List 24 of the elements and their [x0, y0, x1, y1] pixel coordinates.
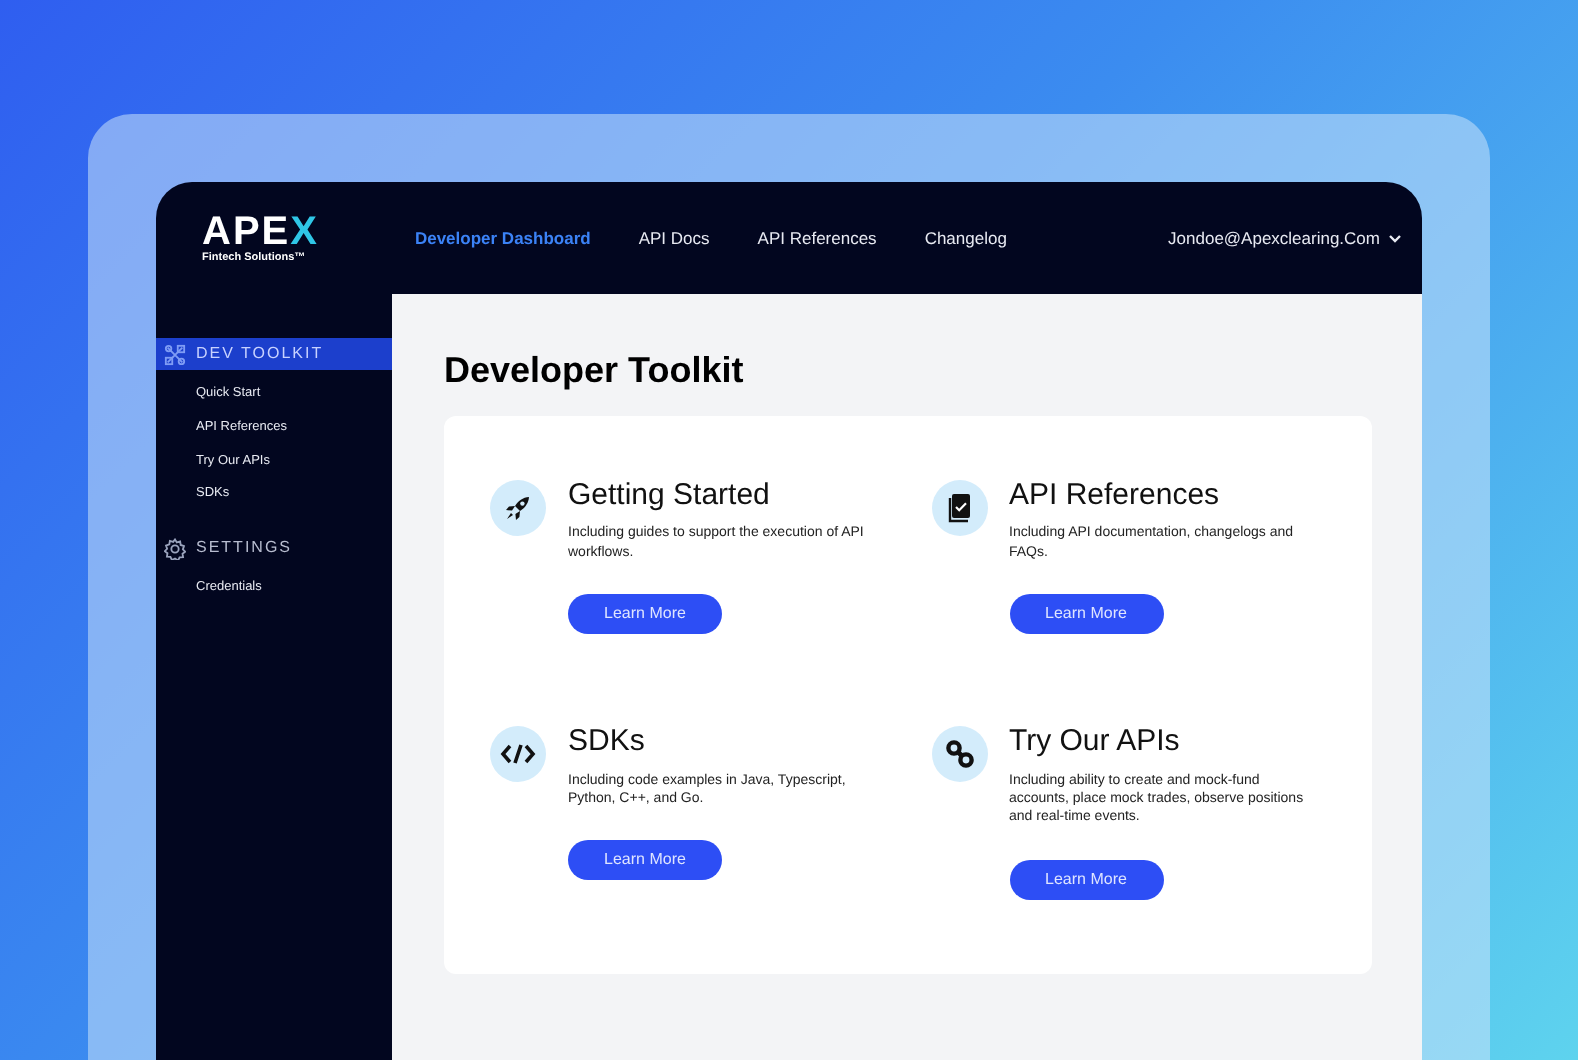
gear-icon: [164, 537, 186, 559]
nav-link[interactable]: Developer Dashboard: [414, 225, 591, 251]
nav-link[interactable]: API References: [757, 225, 877, 251]
learn-more-button[interactable]: Learn More: [1009, 593, 1163, 634]
learn-more-button[interactable]: Learn More: [1009, 859, 1163, 900]
feature-title: Getting Started: [568, 479, 772, 513]
toolkit-icon: [164, 343, 186, 365]
page-title: Developer Toolkit: [444, 350, 746, 394]
feature-title: SDKs: [568, 726, 647, 760]
learn-more-button[interactable]: Learn More: [568, 840, 722, 881]
code-icon: [490, 726, 546, 783]
link-icon: [931, 726, 987, 783]
rocket-icon: [490, 479, 546, 536]
sidebar-section[interactable]: DEV TOOLKIT: [156, 338, 392, 370]
user-menu[interactable]: Jondoe@Apexclearing.Com: [1168, 225, 1380, 251]
sidebar-section[interactable]: SETTINGS: [156, 532, 392, 564]
feature-title: Try Our APIs: [1009, 726, 1182, 760]
nav-link[interactable]: API Docs: [638, 225, 710, 251]
document-check-icon: [931, 479, 987, 536]
nav-link[interactable]: Changelog: [924, 225, 1007, 251]
section-title: DEV TOOLKIT: [196, 342, 324, 366]
section-title: SETTINGS: [196, 536, 293, 560]
feature-title: API References: [1009, 479, 1222, 513]
learn-more-button[interactable]: Learn More: [568, 593, 722, 634]
